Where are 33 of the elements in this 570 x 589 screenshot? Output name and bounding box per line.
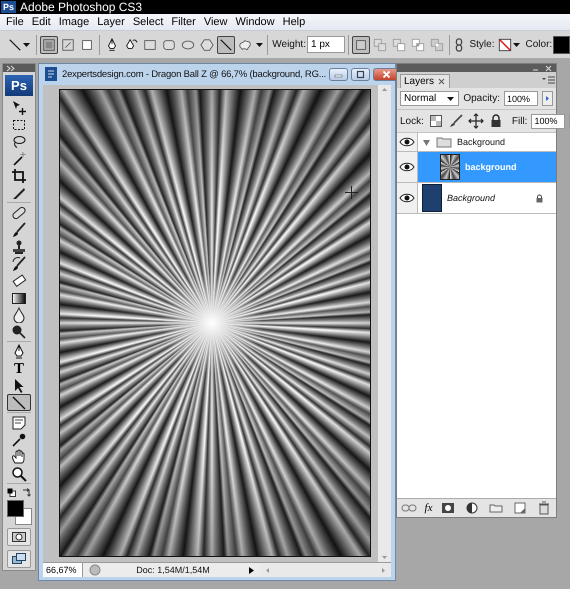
type-tool[interactable]: T xyxy=(7,360,31,377)
fill-field[interactable]: 100% xyxy=(531,114,566,128)
menu-item[interactable]: Help xyxy=(278,16,310,28)
menu-item[interactable]: View xyxy=(200,16,232,28)
document-size-info: Doc: 1,54M/1,54M xyxy=(135,565,211,575)
app-logo: Ps xyxy=(1,1,16,13)
weight-label: Weight: xyxy=(272,39,306,50)
document-title: 2expertsdesign.com - Dragon Ball Z @ 66,7% (background, RG... xyxy=(62,68,326,80)
opacity-field[interactable]: 100% xyxy=(504,91,538,106)
style-label: Style: xyxy=(469,39,494,50)
layers-tab[interactable]: Layers xyxy=(400,74,450,88)
color-label: Color: xyxy=(526,39,552,50)
menu-item[interactable]: Select xyxy=(128,16,168,28)
weight-field[interactable]: 1 px xyxy=(306,36,345,53)
layer-name: Background xyxy=(447,193,496,203)
fill-label: Fill: xyxy=(512,116,528,126)
menu-item[interactable]: Window xyxy=(232,16,279,28)
window-title: Adobe Photoshop CS3 xyxy=(20,0,142,14)
layer-style-button[interactable]: fx xyxy=(424,502,432,514)
layer-name: background xyxy=(465,162,517,172)
layer-name: Background xyxy=(457,137,506,147)
lock-label: Lock: xyxy=(400,116,424,126)
menu-item[interactable]: Image xyxy=(54,16,94,28)
layer-row[interactable]: Background xyxy=(397,133,556,152)
menu-item[interactable]: Edit xyxy=(28,16,55,28)
zoom-field[interactable]: 66,67% xyxy=(43,563,83,577)
blend-mode-dropdown[interactable]: Normal xyxy=(400,91,460,106)
menu-item[interactable]: Filter xyxy=(167,16,200,28)
menu-item[interactable]: File xyxy=(2,16,28,28)
app-logo: Ps xyxy=(5,75,33,96)
layer-row[interactable]: Background xyxy=(397,183,556,214)
menu-item[interactable]: Layer xyxy=(93,16,129,28)
opacity-label: Opacity: xyxy=(463,93,500,104)
